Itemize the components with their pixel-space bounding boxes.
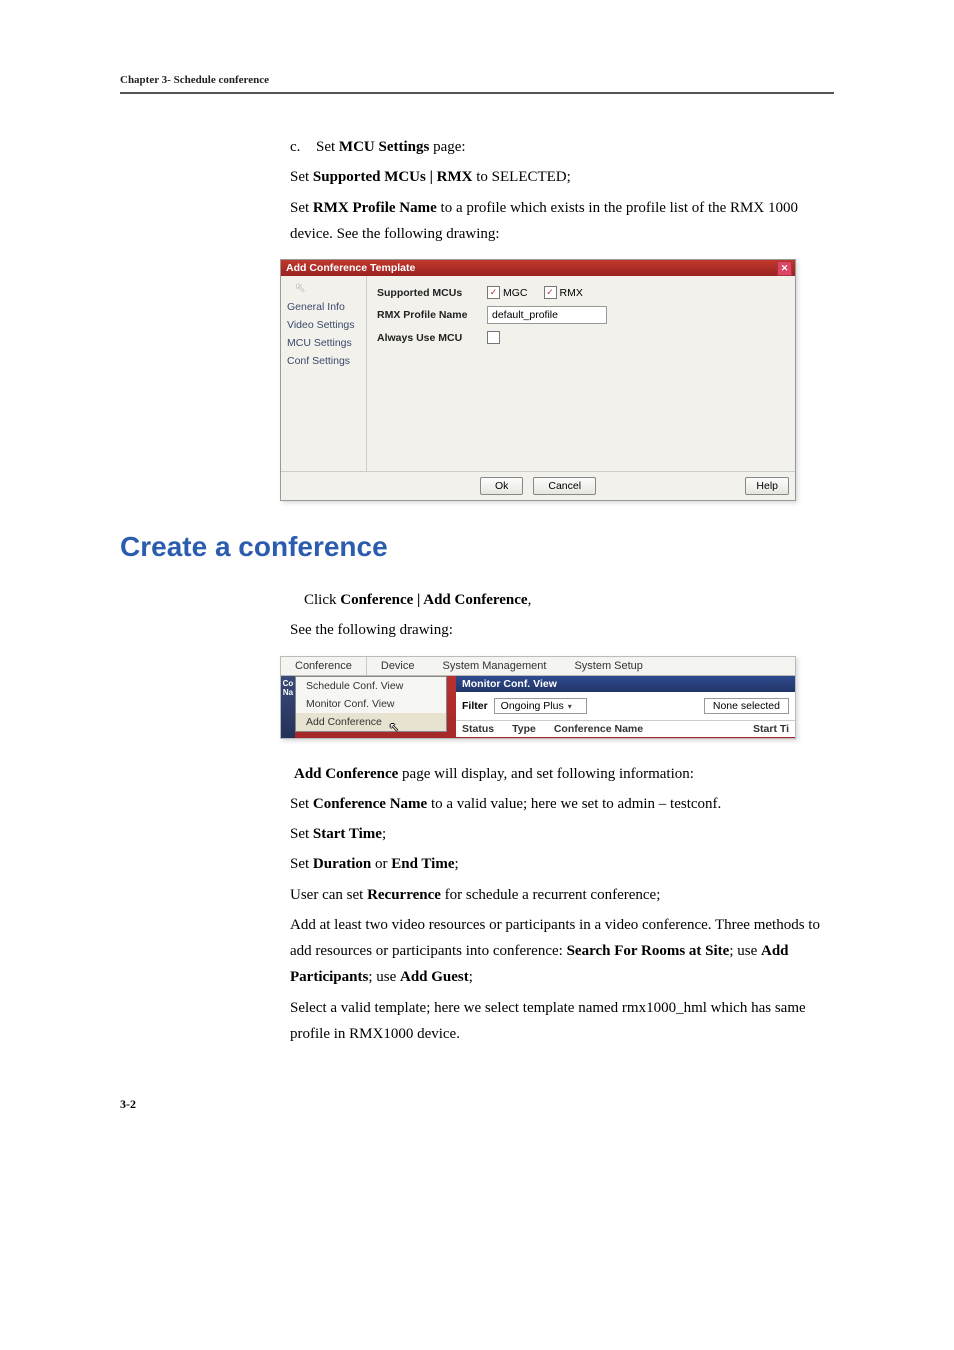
text-bold: End Time (391, 856, 454, 872)
dialog-nav: ↖ General Info Video Settings MCU Settin… (281, 276, 367, 471)
nav-mcu-settings[interactable]: MCU Settings (281, 334, 366, 352)
dialog-title: Add Conference Template (286, 262, 415, 274)
text: ; (382, 826, 386, 842)
text-bold: Supported MCUs | RMX (313, 169, 473, 185)
line-start-time: Set Start Time; (290, 821, 834, 847)
col-type: Type (512, 723, 536, 735)
nav-general-info[interactable]: General Info (281, 298, 366, 316)
label-rmx-profile-name: RMX Profile Name (377, 309, 487, 321)
check-mgc-label: MGC (503, 287, 528, 299)
text: , (528, 592, 532, 608)
text-bold: Add Guest (400, 969, 469, 985)
col-status: Status (462, 723, 494, 735)
text: to a valid value; here we set to admin –… (427, 796, 721, 812)
line-add-conf-page: Add Conference page will display, and se… (294, 761, 834, 787)
text: Set (290, 856, 313, 872)
text-bold: Duration (313, 856, 371, 872)
col-start-time: Start Ti (753, 723, 789, 735)
line-duration-end-time: Set Duration or End Time; (290, 851, 834, 877)
none-selected-box[interactable]: None selected (704, 698, 789, 714)
text: Set (290, 796, 313, 812)
text-bold: Add Conference (294, 766, 398, 782)
text: ; (469, 969, 473, 985)
strip-na: Na (283, 688, 293, 697)
line-supported-mcus: Set Supported MCUs | RMX to SELECTED; (290, 164, 834, 190)
menu-device[interactable]: Device (367, 657, 429, 675)
close-icon[interactable]: ✕ (777, 261, 792, 276)
help-button[interactable]: Help (745, 477, 789, 495)
filter-select[interactable]: Ongoing Plus (494, 698, 587, 714)
left-strip: Co Na (281, 676, 295, 738)
line-add-resources: Add at least two video resources or part… (290, 912, 834, 991)
text-bold: Recurrence (367, 887, 441, 903)
dialog-form: Supported MCUs ✓ MGC ✓ RMX RMX Profile N… (367, 276, 795, 471)
text: to SELECTED; (472, 169, 570, 185)
chapter-header: Chapter 3- Schedule conference (120, 74, 834, 86)
check-mgc[interactable]: ✓ MGC (487, 286, 528, 299)
text-bold: Search For Rooms at Site (567, 943, 730, 959)
line-conference-name: Set Conference Name to a valid value; he… (290, 791, 834, 817)
text: Set (290, 826, 313, 842)
line-select-template: Select a valid template; here we select … (290, 995, 834, 1048)
check-rmx[interactable]: ✓ RMX (544, 286, 583, 299)
menubar: Conference Device System Management Syst… (281, 657, 795, 676)
list-c-text: Set MCU Settings page: (316, 134, 834, 160)
conference-menu-screenshot: Conference Device System Management Syst… (280, 656, 796, 739)
text: Set (316, 139, 339, 155)
text-bold: Start Time (313, 826, 382, 842)
text: page: (429, 139, 465, 155)
dialog-titlebar[interactable]: Add Conference Template ✕ (281, 260, 795, 276)
checkbox-icon[interactable]: ✓ (487, 286, 500, 299)
add-conference-template-dialog: Add Conference Template ✕ ↖ General Info… (280, 259, 796, 501)
text: User can set (290, 887, 367, 903)
conference-dropdown: Schedule Conf. View Monitor Conf. View A… (295, 676, 447, 732)
line-recurrence: User can set Recurrence for schedule a r… (290, 882, 834, 908)
label-always-use-mcu: Always Use MCU (377, 332, 487, 344)
text: page will display, and set following inf… (398, 766, 694, 782)
check-rmx-label: RMX (560, 287, 583, 299)
col-conference-name: Conference Name (554, 723, 643, 735)
strip-co: Co (283, 679, 294, 688)
table-header: Status Type Conference Name Start Ti (456, 721, 795, 737)
menu-item-add-conference[interactable]: Add Conference (296, 713, 446, 731)
label-supported-mcus: Supported MCUs (377, 287, 487, 299)
list-letter-c: c. (290, 134, 316, 160)
header-rule (120, 92, 834, 94)
line-see-following: See the following drawing: (290, 617, 834, 643)
checkbox-always-use-mcu[interactable] (487, 331, 500, 344)
checkbox-icon[interactable]: ✓ (544, 286, 557, 299)
cursor-icon: ↖ (389, 720, 399, 734)
text-bold: RMX Profile Name (313, 200, 437, 216)
text: ; use (368, 969, 400, 985)
line-rmx-profile: Set RMX Profile Name to a profile which … (290, 195, 834, 248)
text: ; use (729, 943, 761, 959)
cursor-icon: ↖ (281, 280, 366, 298)
page-number: 3-2 (120, 1097, 834, 1112)
filter-label: Filter (462, 700, 488, 712)
nav-video-settings[interactable]: Video Settings (281, 316, 366, 334)
text-bold: Conference | Add Conference (340, 592, 527, 608)
menu-system-management[interactable]: System Management (429, 657, 561, 675)
monitor-conf-view-bar: Monitor Conf. View (456, 676, 795, 692)
ok-button[interactable]: Ok (480, 477, 523, 495)
text: for schedule a recurrent conference; (441, 887, 660, 903)
text: Click (304, 592, 340, 608)
section-heading-create-conference: Create a conference (120, 531, 834, 563)
text: or (371, 856, 391, 872)
text: ; (455, 856, 459, 872)
text: Set (290, 169, 313, 185)
rmx-profile-input[interactable] (487, 306, 607, 324)
menu-item-monitor-conf-view[interactable]: Monitor Conf. View (296, 695, 446, 713)
menu-item-schedule-conf-view[interactable]: Schedule Conf. View (296, 677, 446, 695)
line-click-add-conference: Click Conference | Add Conference, (304, 587, 834, 613)
nav-conf-settings[interactable]: Conf Settings (281, 352, 366, 370)
text-bold: Conference Name (313, 796, 427, 812)
text-bold: MCU Settings (339, 139, 429, 155)
menu-system-setup[interactable]: System Setup (560, 657, 656, 675)
cancel-button[interactable]: Cancel (533, 477, 596, 495)
menu-conference[interactable]: Conference (281, 657, 367, 675)
text: Set (290, 200, 313, 216)
